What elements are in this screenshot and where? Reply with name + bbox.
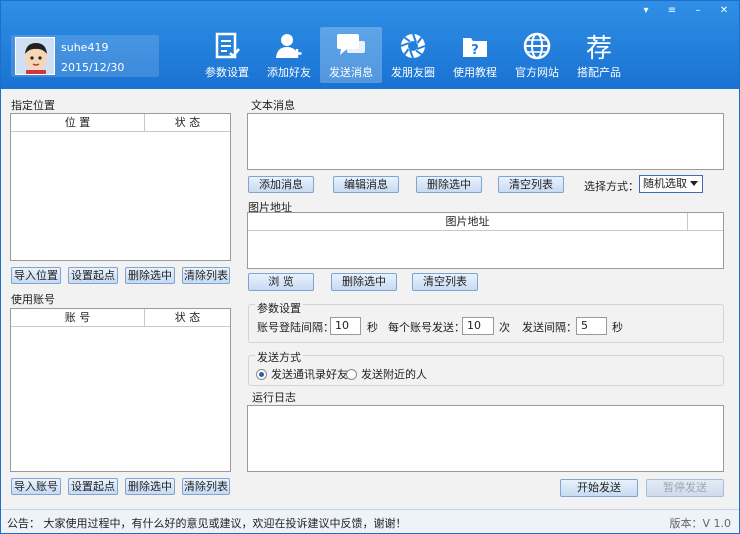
- per-account-input[interactable]: 10: [462, 317, 494, 335]
- per-account-unit: 次: [499, 321, 510, 334]
- user-card: suhe419 2015/12/30: [11, 35, 159, 77]
- nav-products[interactable]: 荐 搭配产品: [568, 27, 630, 83]
- clear-location-list-button[interactable]: 清除列表: [182, 267, 230, 284]
- import-account-button[interactable]: 导入账号: [11, 478, 61, 495]
- minimize-icon[interactable]: –: [691, 5, 705, 16]
- send-interval-unit: 秒: [612, 321, 623, 334]
- add-friend-icon: [258, 27, 320, 65]
- recommend-icon: 荐: [585, 33, 612, 64]
- select-mode-dropdown[interactable]: 随机选取: [639, 175, 703, 193]
- status-bar: 公告： 大家使用过程中，有什么好的意见或建议，欢迎在投诉建议中反馈，谢谢！ 版本…: [1, 509, 739, 533]
- message-bubble-icon: [320, 27, 382, 65]
- nav-settings[interactable]: 参数设置: [196, 27, 258, 83]
- add-message-button[interactable]: 添加消息: [248, 176, 314, 193]
- radio-dot: [346, 368, 357, 380]
- nav-add-friend[interactable]: 添加好友: [258, 27, 320, 83]
- account-grid-header: 账 号 状 态: [11, 309, 230, 327]
- nav-moments[interactable]: 发朋友圈: [382, 27, 444, 83]
- set-start-location-button[interactable]: 设置起点: [68, 267, 118, 284]
- log-title: 运行日志: [252, 391, 296, 404]
- nav-label: 官方网站: [515, 66, 559, 79]
- send-interval-label: 发送间隔：: [522, 321, 577, 334]
- avatar[interactable]: [15, 37, 55, 75]
- nav-label: 搭配产品: [577, 66, 621, 79]
- user-date: 2015/12/30: [61, 61, 125, 74]
- help-folder-icon: ?: [444, 27, 506, 65]
- column-header-status[interactable]: 状 态: [145, 309, 230, 326]
- menu-icon[interactable]: ≡: [665, 5, 679, 16]
- main-window: ▾ ≡ – ✕ suhe419 2015/12/30 参数设置 添加好友 发送消…: [0, 0, 740, 534]
- window-controls: ▾ ≡ – ✕: [639, 5, 731, 16]
- params-title: 参数设置: [255, 300, 303, 316]
- aperture-icon: [382, 27, 444, 65]
- clear-account-list-button[interactable]: 清除列表: [182, 478, 230, 495]
- close-icon[interactable]: ✕: [717, 5, 731, 16]
- delete-selected-message-button[interactable]: 删除选中: [416, 176, 482, 193]
- nav-label: 发朋友圈: [391, 66, 435, 79]
- image-address-grid[interactable]: 图片地址: [247, 212, 724, 269]
- pause-send-button[interactable]: 暂停发送: [646, 479, 724, 497]
- header-bar: ▾ ≡ – ✕ suhe419 2015/12/30 参数设置 添加好友 发送消…: [1, 1, 739, 89]
- column-header-filler: [688, 213, 723, 230]
- radio-dot: [256, 368, 267, 380]
- account-grid[interactable]: 账 号 状 态: [10, 308, 231, 472]
- delete-selected-account-button[interactable]: 删除选中: [125, 478, 175, 495]
- select-mode-label: 选择方式：: [584, 180, 639, 193]
- per-account-label: 每个账号发送：: [388, 321, 465, 334]
- column-header-account[interactable]: 账 号: [11, 309, 145, 326]
- nav-label: 参数设置: [205, 66, 249, 79]
- edit-message-button[interactable]: 编辑消息: [333, 176, 399, 193]
- image-grid-header: 图片地址: [248, 213, 723, 231]
- send-mode-title: 发送方式: [255, 349, 303, 365]
- delete-selected-image-button[interactable]: 删除选中: [331, 273, 397, 291]
- nav-label: 添加好友: [267, 66, 311, 79]
- text-message-title: 文本消息: [251, 99, 295, 112]
- send-interval-input[interactable]: 5: [576, 317, 607, 335]
- user-name: suhe419: [61, 41, 109, 54]
- radio-label: 发送附近的人: [361, 368, 427, 381]
- location-grid-header: 位 置 状 态: [11, 114, 230, 132]
- login-interval-label: 账号登陆间隔：: [257, 321, 334, 334]
- nav-tutorial[interactable]: ? 使用教程: [444, 27, 506, 83]
- chevron-down-icon: [690, 181, 698, 186]
- text-message-list[interactable]: [247, 113, 724, 170]
- select-mode-value: 随机选取: [643, 177, 687, 190]
- account-section-title: 使用账号: [11, 293, 55, 306]
- column-header-status[interactable]: 状 态: [145, 114, 230, 131]
- main-nav: 参数设置 添加好友 发送消息 发朋友圈 ? 使用教程 官方网站 荐 搭配产品: [196, 27, 630, 83]
- column-header-location[interactable]: 位 置: [11, 114, 145, 131]
- browse-button[interactable]: 浏 览: [248, 273, 314, 291]
- nav-website[interactable]: 官方网站: [506, 27, 568, 83]
- radio-label: 发送通讯录好友: [271, 368, 348, 381]
- version-text: 版本：V 1.0: [669, 517, 731, 530]
- settings-doc-icon: [196, 27, 258, 65]
- column-header-image-address[interactable]: 图片地址: [248, 213, 688, 230]
- notice-text: 公告： 大家使用过程中，有什么好的意见或建议，欢迎在投诉建议中反馈，谢谢！: [7, 517, 407, 530]
- radio-send-contacts[interactable]: 发送通讯录好友: [256, 366, 348, 382]
- start-send-button[interactable]: 开始发送: [560, 479, 638, 497]
- set-start-account-button[interactable]: 设置起点: [68, 478, 118, 495]
- nav-label: 使用教程: [453, 66, 497, 79]
- skin-dropdown-icon[interactable]: ▾: [639, 5, 653, 16]
- location-grid[interactable]: 位 置 状 态: [10, 113, 231, 261]
- svg-text:?: ?: [471, 43, 479, 58]
- clear-message-list-button[interactable]: 清空列表: [498, 176, 564, 193]
- location-section-title: 指定位置: [11, 99, 55, 112]
- clear-image-list-button[interactable]: 清空列表: [412, 273, 478, 291]
- log-area[interactable]: [247, 405, 724, 472]
- globe-icon: [506, 27, 568, 65]
- delete-selected-location-button[interactable]: 删除选中: [125, 267, 175, 284]
- login-interval-input[interactable]: 10: [330, 317, 361, 335]
- radio-send-nearby[interactable]: 发送附近的人: [346, 366, 427, 382]
- nav-send-message[interactable]: 发送消息: [320, 27, 382, 83]
- login-interval-unit: 秒: [367, 321, 378, 334]
- nav-label: 发送消息: [329, 66, 373, 79]
- import-location-button[interactable]: 导入位置: [11, 267, 61, 284]
